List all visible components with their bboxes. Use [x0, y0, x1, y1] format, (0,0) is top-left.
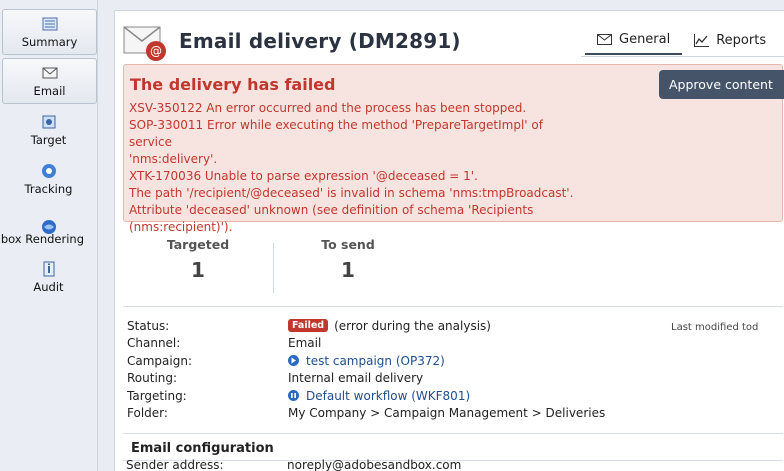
targeting-link[interactable]: Default workflow (WKF801) [306, 389, 470, 403]
page-title: Email delivery (DM2891) [179, 29, 461, 53]
nav-label-audit: Audit [33, 279, 64, 294]
error-line: Attribute 'deceased' unknown (see defini… [129, 203, 534, 217]
approve-content-button[interactable]: Approve content [659, 70, 784, 99]
campaign-link[interactable]: test campaign (OP372) [306, 354, 445, 368]
nav-item-summary[interactable]: Summary [2, 9, 97, 55]
email-icon [42, 65, 58, 81]
delivery-properties: Status: Failed (error during the analysi… [127, 317, 777, 422]
property-row-folder: Folder: My Company > Campaign Management… [127, 405, 777, 423]
email-configuration-title: Email configuration [131, 441, 274, 456]
stat-targeted: Targeted 1 [123, 237, 273, 282]
channel-value: Email [288, 336, 322, 351]
nav-item-inbox-rendering[interactable]: Inbox Rendering [0, 205, 97, 251]
error-line: XTK-170036 Unable to parse expression '@… [129, 169, 478, 183]
delivery-stats: Targeted 1 To send 1 [123, 227, 783, 307]
sender-value: noreply@adobesandbox.com [287, 458, 462, 471]
tab-general[interactable]: General [585, 25, 683, 55]
stat-targeted-value: 1 [191, 258, 205, 282]
tab-reports[interactable]: Reports [682, 25, 778, 55]
folder-value: My Company > Campaign Management > Deliv… [288, 406, 606, 421]
error-line: 'nms:delivery'. [129, 152, 218, 166]
targeting-label: Targeting: [127, 388, 187, 403]
routing-label: Routing: [127, 371, 178, 386]
campaign-label: Campaign: [127, 353, 192, 368]
error-line: XSV-350122 An error occurred and the pro… [129, 101, 527, 115]
nav-label-target: Target [30, 132, 67, 147]
nav-item-target[interactable]: Target [0, 107, 97, 153]
nav-label-tracking: Tracking [24, 181, 73, 196]
stat-to-send-label: To send [321, 237, 375, 252]
tab-reports-label: Reports [716, 32, 767, 48]
audit-icon [41, 261, 57, 277]
nav-item-tracking[interactable]: Tracking [0, 156, 97, 202]
nav-label-inbox-rendering: Inbox Rendering [0, 232, 84, 246]
envelope-icon [597, 33, 612, 45]
left-nav: Summary Email Target Tracking Inbox Rend… [0, 0, 98, 471]
email-delivery-icon: @ [123, 23, 169, 63]
target-icon [41, 114, 57, 130]
folder-label: Folder: [127, 406, 168, 421]
channel-label: Channel: [127, 336, 181, 351]
property-row-campaign: Campaign: test campaign (OP372) [127, 352, 777, 370]
error-message: XSV-350122 An error occurred and the pro… [129, 100, 589, 236]
status-label: Status: [127, 318, 170, 333]
error-line: SOP-330011 Error while executing the met… [129, 118, 543, 149]
sender-label: Sender address: [126, 458, 224, 471]
error-line: The path '/recipient/@deceased' is inval… [129, 186, 574, 200]
property-row-channel: Channel: Email [127, 335, 777, 353]
pause-icon [288, 390, 299, 402]
routing-value: Internal email delivery [288, 371, 424, 386]
nav-item-audit[interactable]: Audit [0, 254, 97, 300]
nav-label-email: Email [33, 83, 66, 98]
delivery-panel: @ Email delivery (DM2891) General Report… [114, 10, 784, 471]
property-row-targeting: Targeting: Default workflow (WKF801) [127, 387, 777, 405]
status-badge: Failed [288, 319, 329, 333]
play-icon [288, 355, 299, 367]
property-row-status: Status: Failed (error during the analysi… [127, 317, 777, 335]
email-configuration-section: Email configuration [123, 433, 783, 461]
summary-icon [42, 16, 58, 32]
tab-divider [581, 56, 784, 57]
stat-to-send-value: 1 [341, 258, 355, 282]
error-box: The delivery has failed XSV-350122 An er… [123, 64, 784, 234]
property-row-sender: Sender address: noreply@adobesandbox.com [126, 458, 461, 471]
tab-general-label: General [619, 31, 671, 47]
stat-targeted-label: Targeted [166, 237, 230, 252]
nav-label-summary: Summary [21, 34, 78, 49]
tab-bar: General Reports [585, 25, 778, 55]
tracking-icon [41, 163, 57, 179]
stat-to-send: To send 1 [273, 237, 423, 282]
svg-text:@: @ [150, 44, 162, 58]
status-text: (error during the analysis) [334, 318, 491, 333]
error-title: The delivery has failed [130, 75, 336, 94]
chart-icon [694, 33, 710, 47]
nav-item-email[interactable]: Email [2, 58, 97, 104]
property-row-routing: Routing: Internal email delivery [127, 370, 777, 388]
